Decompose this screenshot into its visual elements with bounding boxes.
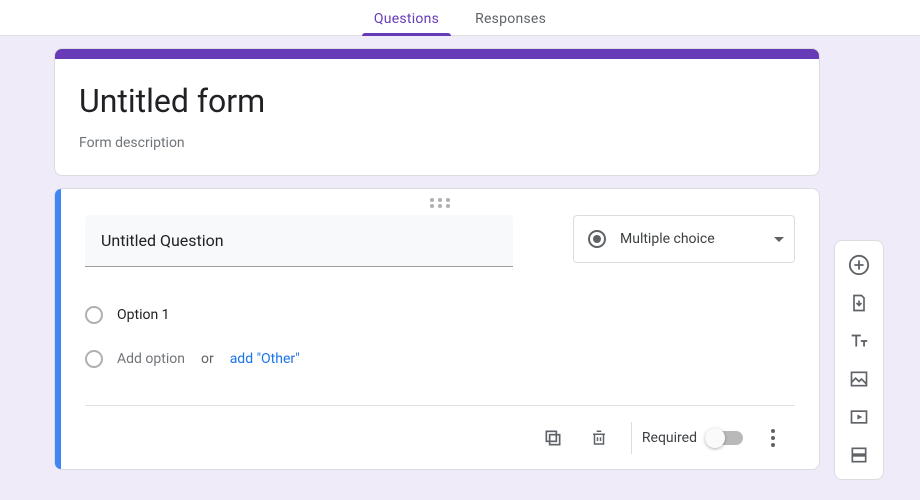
- question-footer: Required: [85, 405, 795, 469]
- question-more-button[interactable]: [751, 416, 795, 460]
- more-vertical-icon: [771, 429, 775, 447]
- form-description-input[interactable]: Form description: [79, 135, 795, 151]
- question-type-label: Multiple choice: [620, 231, 760, 247]
- question-card[interactable]: Untitled Question Multiple choice Option…: [54, 188, 820, 470]
- image-icon: [849, 369, 869, 389]
- option-row[interactable]: Option 1: [85, 293, 795, 337]
- trash-icon: [590, 428, 608, 448]
- tab-questions[interactable]: Questions: [362, 11, 451, 35]
- duplicate-button[interactable]: [531, 416, 575, 460]
- multiple-choice-icon: [588, 230, 606, 248]
- separator: [631, 422, 632, 454]
- plus-circle-icon: [848, 254, 870, 276]
- copy-icon: [543, 428, 563, 448]
- text-icon: [848, 330, 870, 352]
- add-section-button[interactable]: [841, 437, 877, 473]
- tab-responses[interactable]: Responses: [463, 11, 558, 35]
- chevron-down-icon: [774, 237, 784, 242]
- import-icon: [849, 293, 869, 313]
- floating-toolbar: [834, 240, 884, 480]
- form-title-input[interactable]: Untitled form: [79, 81, 795, 121]
- required-label: Required: [642, 430, 697, 446]
- add-other-button[interactable]: add "Other": [230, 351, 300, 367]
- form-header-card[interactable]: Untitled form Form description: [54, 48, 820, 176]
- or-text: or: [199, 351, 216, 367]
- required-toggle[interactable]: [707, 431, 743, 445]
- add-title-button[interactable]: [841, 323, 877, 359]
- header-accent-bar: [55, 49, 819, 59]
- radio-icon: [85, 350, 103, 368]
- tabs-bar: Questions Responses: [0, 0, 920, 36]
- add-image-button[interactable]: [841, 361, 877, 397]
- option-label-input[interactable]: Option 1: [117, 307, 170, 323]
- editor-canvas: Untitled form Form description Untitled …: [0, 36, 920, 500]
- video-icon: [849, 407, 869, 427]
- section-icon: [849, 445, 869, 465]
- radio-icon: [85, 306, 103, 324]
- add-question-button[interactable]: [841, 247, 877, 283]
- import-questions-button[interactable]: [841, 285, 877, 321]
- add-option-row: Add option or add "Other": [85, 337, 795, 381]
- delete-button[interactable]: [577, 416, 621, 460]
- options-list: Option 1 Add option or add "Other": [85, 293, 795, 381]
- add-video-button[interactable]: [841, 399, 877, 435]
- add-option-button[interactable]: Add option: [117, 351, 185, 367]
- question-type-select[interactable]: Multiple choice: [573, 215, 795, 263]
- drag-handle[interactable]: [85, 195, 795, 213]
- question-title-input[interactable]: Untitled Question: [85, 215, 513, 267]
